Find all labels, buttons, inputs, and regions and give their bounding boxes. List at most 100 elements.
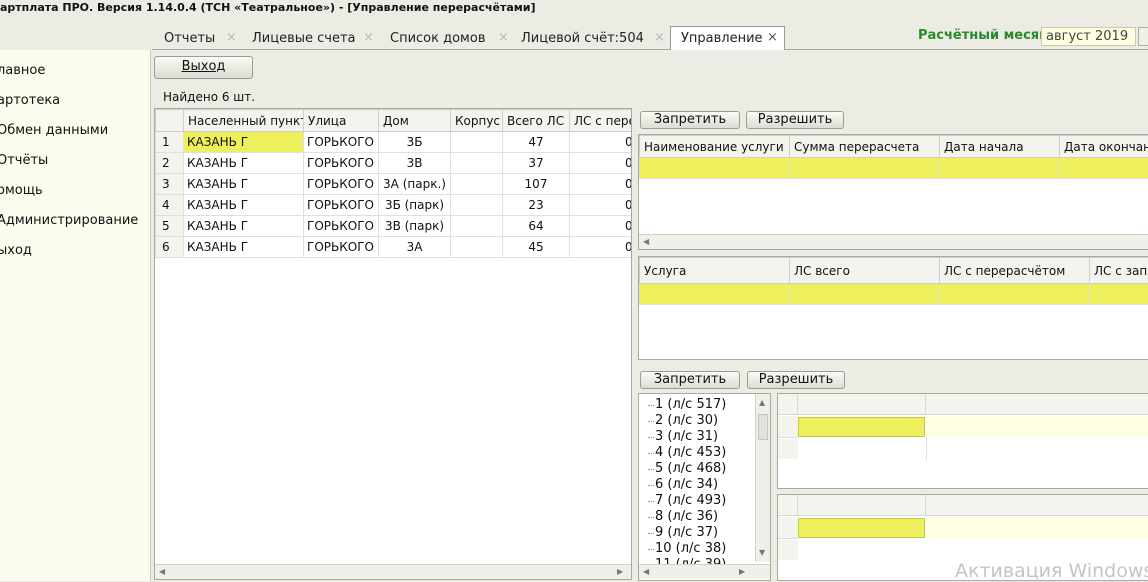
tree-item[interactable]: 8 (л/с 36) xyxy=(655,509,718,524)
tree-item[interactable]: 4 (л/с 453) xyxy=(655,445,726,460)
services-horizontal-scrollbar[interactable]: ◀ xyxy=(639,234,1148,249)
table-row[interactable]: 6 КАЗАНЬ Г ГОРЬКОГО 3А 45 0 xyxy=(156,237,633,258)
column-header[interactable]: Услуга xyxy=(640,258,790,284)
sidebar-item-help[interactable]: омощь xyxy=(0,183,43,198)
cell-city[interactable]: КАЗАНЬ Г xyxy=(184,195,304,216)
column-header[interactable]: Сумма перерасчета xyxy=(790,136,940,158)
tree-item[interactable]: 2 (л/с 30) xyxy=(655,413,718,428)
table-row[interactable] xyxy=(640,158,1148,179)
sidebar-item-exit[interactable]: ыход xyxy=(0,243,32,258)
sidebar-item-administration[interactable]: Администрирование xyxy=(0,213,138,228)
cell-total[interactable]: 64 xyxy=(503,216,570,237)
table-row[interactable]: 4 КАЗАНЬ Г ГОРЬКОГО 3Б (парк) 23 0 xyxy=(156,195,633,216)
table-row[interactable]: 2 КАЗАНЬ Г ГОРЬКОГО 3В 37 0 xyxy=(156,153,633,174)
column-header[interactable]: Улица xyxy=(304,110,379,132)
column-header[interactable]: Населенный пункт xyxy=(184,110,304,132)
cell-korpus[interactable] xyxy=(451,153,503,174)
cell-house[interactable]: 3А (парк.) xyxy=(379,174,451,195)
cell-recalc[interactable]: 0 xyxy=(570,153,633,174)
cell-street[interactable]: ГОРЬКОГО xyxy=(304,216,379,237)
table-row[interactable]: 5 КАЗАНЬ Г ГОРЬКОГО 3В (парк) 64 0 xyxy=(156,216,633,237)
cell-city[interactable]: КАЗАНЬ Г xyxy=(184,237,304,258)
cell-street[interactable]: ГОРЬКОГО xyxy=(304,237,379,258)
scroll-down-icon[interactable]: ▼ xyxy=(759,548,765,557)
cell-recalc[interactable]: 0 xyxy=(570,195,633,216)
column-header[interactable]: ЛС с пере xyxy=(570,110,633,132)
scroll-left-icon[interactable]: ◀ xyxy=(159,567,165,576)
cell-house[interactable]: 3Б xyxy=(379,132,451,153)
cell-korpus[interactable] xyxy=(451,174,503,195)
allow-button[interactable]: Разрешить xyxy=(746,111,844,129)
cell-total[interactable]: 47 xyxy=(503,132,570,153)
column-header[interactable]: Наименование услуги xyxy=(640,136,790,158)
table-cell[interactable] xyxy=(790,158,940,179)
table-cell[interactable] xyxy=(940,284,1090,305)
column-header[interactable]: ЛС с запретом xyxy=(1090,258,1148,284)
table-cell[interactable] xyxy=(790,284,940,305)
tree-item[interactable]: 9 (л/с 37) xyxy=(655,525,718,540)
cell-house[interactable]: 3В xyxy=(379,153,451,174)
cell-street[interactable]: ГОРЬКОГО xyxy=(304,153,379,174)
cell-recalc[interactable]: 0 xyxy=(570,216,633,237)
table-cell[interactable] xyxy=(940,158,1060,179)
deny-button[interactable]: Запретить xyxy=(640,371,740,389)
column-header[interactable]: Всего ЛС xyxy=(503,110,570,132)
sidebar-item-cards[interactable]: артотека xyxy=(0,93,60,108)
tab-account-504[interactable]: Лицевой счёт:504 × xyxy=(511,27,654,50)
close-icon[interactable]: × xyxy=(363,30,374,45)
period-field[interactable]: август 2019 xyxy=(1041,27,1136,46)
column-header[interactable]: Корпус xyxy=(451,110,503,132)
cell-recalc[interactable]: 0 xyxy=(570,174,633,195)
cell-total[interactable]: 107 xyxy=(503,174,570,195)
tree-item[interactable]: 5 (л/с 468) xyxy=(655,461,726,476)
tab-houses-list[interactable]: Список домов × xyxy=(380,27,495,50)
column-header[interactable]: Дата окончания xyxy=(1060,136,1148,158)
cell-house[interactable]: 3Б (парк) xyxy=(379,195,451,216)
close-icon[interactable]: × xyxy=(767,30,778,45)
table-cell[interactable] xyxy=(1060,158,1148,179)
tab-accounts[interactable]: Лицевые счета × xyxy=(242,27,366,50)
deny-button[interactable]: Запретить xyxy=(640,111,740,129)
cell-total[interactable]: 23 xyxy=(503,195,570,216)
cell-korpus[interactable] xyxy=(451,216,503,237)
table-row[interactable]: 3 КАЗАНЬ Г ГОРЬКОГО 3А (парк.) 107 0 xyxy=(156,174,633,195)
scroll-left-icon[interactable]: ◀ xyxy=(643,567,649,576)
cell-city[interactable]: КАЗАНЬ Г xyxy=(184,132,304,153)
cell-korpus[interactable] xyxy=(451,195,503,216)
table-cell[interactable] xyxy=(1090,284,1148,305)
sidebar-item-data-exchange[interactable]: Обмен данными xyxy=(0,123,108,138)
close-icon[interactable]: × xyxy=(654,30,665,45)
cell-street[interactable]: ГОРЬКОГО xyxy=(304,132,379,153)
table-cell[interactable] xyxy=(798,518,925,538)
table-cell[interactable] xyxy=(926,416,1148,438)
cell-city[interactable]: КАЗАНЬ Г xyxy=(184,216,304,237)
sidebar-item-reports[interactable]: Отчёты xyxy=(0,153,48,168)
scroll-up-icon[interactable]: ▲ xyxy=(759,398,765,407)
scroll-thumb[interactable] xyxy=(758,414,768,440)
close-icon[interactable]: × xyxy=(226,30,237,45)
scroll-right-icon[interactable]: ▶ xyxy=(617,567,623,576)
cell-city[interactable]: КАЗАНЬ Г xyxy=(184,153,304,174)
scroll-left-icon[interactable]: ◀ xyxy=(643,237,649,246)
tab-management[interactable]: Управление × xyxy=(670,26,785,50)
table-row[interactable]: 1 КАЗАНЬ Г ГОРЬКОГО 3Б 47 0 xyxy=(156,132,633,153)
exit-button[interactable]: Выход xyxy=(154,56,253,79)
tree-item[interactable]: 7 (л/с 493) xyxy=(655,493,726,508)
close-icon[interactable]: × xyxy=(498,30,509,45)
cell-korpus[interactable] xyxy=(451,132,503,153)
accounts-horizontal-scrollbar[interactable]: ◀ ▶ xyxy=(639,564,770,579)
cell-house[interactable]: 3А xyxy=(379,237,451,258)
tree-item[interactable]: 6 (л/с 34) xyxy=(655,477,718,492)
cell-city[interactable]: КАЗАНЬ Г xyxy=(184,174,304,195)
tree-item[interactable]: 3 (л/с 31) xyxy=(655,429,718,444)
column-header[interactable]: Дом xyxy=(379,110,451,132)
table-row[interactable] xyxy=(640,284,1148,305)
cell-total[interactable]: 45 xyxy=(503,237,570,258)
allow-button[interactable]: Разрешить xyxy=(747,371,845,389)
column-header[interactable]: ЛС с перерасчётом xyxy=(940,258,1090,284)
period-dropdown-button[interactable] xyxy=(1138,27,1148,46)
tab-reports[interactable]: Отчеты × xyxy=(154,27,225,50)
cell-house[interactable]: 3В (парк) xyxy=(379,216,451,237)
cell-street[interactable]: ГОРЬКОГО xyxy=(304,174,379,195)
cell-recalc[interactable]: 0 xyxy=(570,237,633,258)
